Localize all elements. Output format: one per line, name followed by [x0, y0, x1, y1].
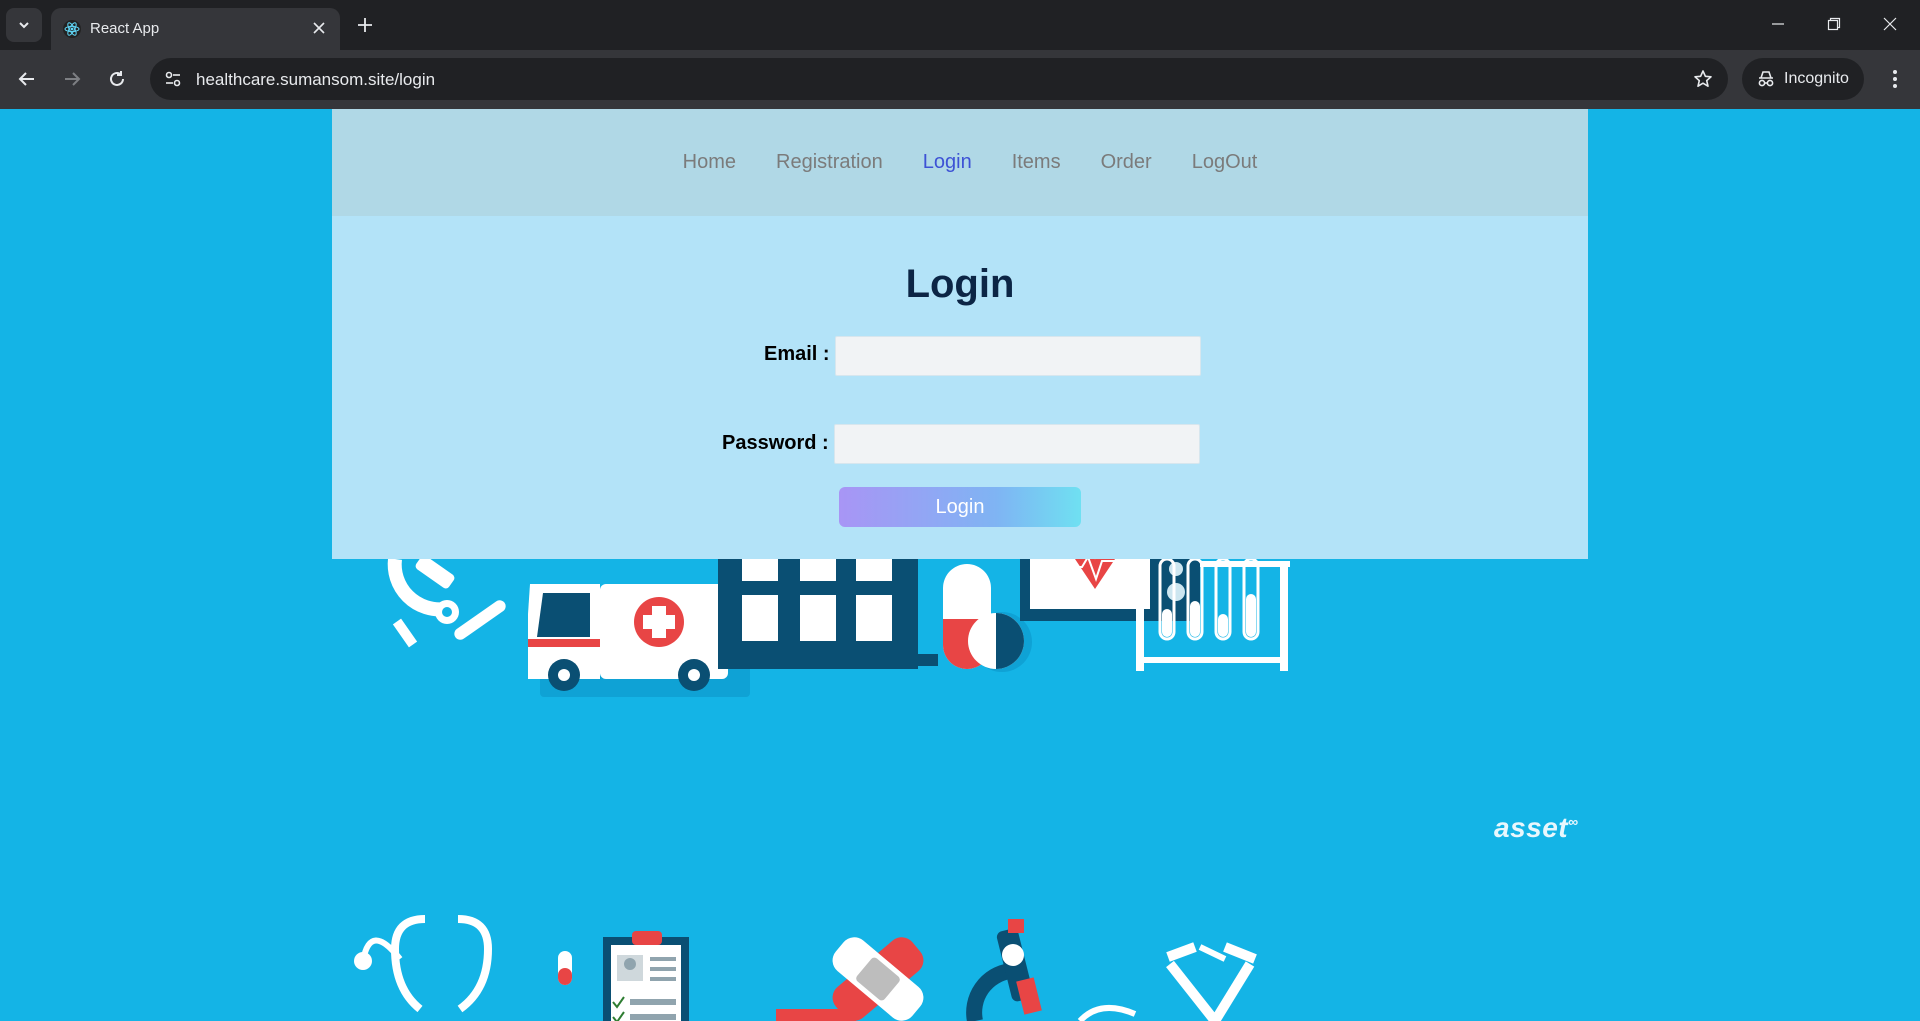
nav-link-order[interactable]: Order	[1101, 151, 1152, 174]
browser-titlebar: React App	[0, 0, 1920, 50]
back-icon[interactable]	[10, 62, 44, 96]
nav-link-home[interactable]: Home	[683, 151, 736, 174]
test-tubes-icon	[1136, 557, 1290, 671]
login-form-panel: Login Email : Password : Login	[332, 216, 1588, 559]
main-navbar: Home Registration Login Items Order LogO…	[332, 109, 1588, 216]
ambulance-icon	[528, 584, 750, 697]
browser-toolbar: healthcare.sumansom.site/login Incognito	[0, 50, 1920, 109]
url-text: healthcare.sumansom.site/login	[196, 70, 436, 89]
password-label: Password :	[722, 432, 829, 454]
watermark-mark: ∞	[1568, 813, 1579, 830]
nav-link-items[interactable]: Items	[1012, 151, 1061, 174]
watermark-text: asset	[1494, 812, 1569, 843]
restore-icon[interactable]	[1814, 8, 1854, 40]
minimize-icon[interactable]	[1758, 8, 1798, 40]
microscope-icon	[387, 555, 506, 648]
react-logo-icon	[63, 20, 81, 38]
stethoscope-icon	[354, 915, 493, 1013]
bookmark-star-icon[interactable]	[1690, 66, 1716, 92]
email-label: Email :	[764, 343, 830, 365]
nav-link-registration[interactable]: Registration	[776, 151, 883, 174]
page-title: Login	[905, 262, 1015, 306]
login-button[interactable]: Login	[839, 487, 1081, 527]
address-bar[interactable]: healthcare.sumansom.site/login	[150, 58, 1728, 100]
reload-icon[interactable]	[100, 62, 134, 96]
incognito-badge[interactable]: Incognito	[1742, 58, 1864, 100]
incognito-label: Incognito	[1784, 70, 1849, 87]
crutches-icon	[1166, 942, 1257, 1021]
tab-title: React App	[90, 20, 160, 37]
more-menu-icon[interactable]	[1880, 62, 1910, 96]
small-pill-icon	[558, 951, 572, 985]
nav-link-logout[interactable]: LogOut	[1192, 151, 1258, 174]
new-tab-icon[interactable]	[352, 12, 378, 38]
password-field[interactable]	[834, 424, 1200, 464]
site-settings-icon[interactable]	[160, 66, 186, 92]
microscope-bottom-icon	[966, 919, 1137, 1021]
page-viewport: Home Registration Login Items Order LogO…	[0, 109, 1920, 1021]
incognito-icon	[1758, 71, 1774, 87]
close-window-icon[interactable]	[1870, 8, 1910, 40]
pill-capsule-icon	[943, 564, 1032, 672]
asset-watermark-logo: asset∞	[1494, 812, 1579, 844]
browser-tab[interactable]: React App	[51, 8, 340, 50]
clipboard-icon	[603, 931, 689, 1021]
bandage-icon	[776, 937, 924, 1021]
chevron-down-icon	[19, 22, 29, 29]
forward-icon[interactable]	[55, 62, 89, 96]
tab-search-button[interactable]	[6, 8, 42, 42]
nav-link-login[interactable]: Login	[923, 151, 972, 174]
email-field[interactable]	[835, 336, 1201, 376]
close-tab-icon[interactable]	[308, 17, 330, 39]
